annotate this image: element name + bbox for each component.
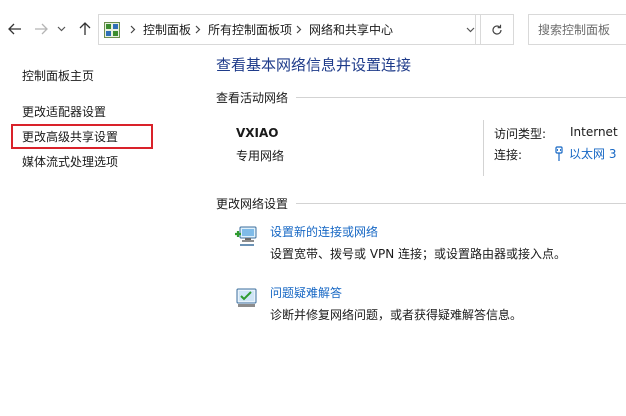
ethernet-icon: [555, 145, 563, 161]
change-settings-heading: 更改网络设置: [216, 197, 289, 211]
troubleshoot-problems-desc: 诊断并修复网络问题，或者获得疑难解答信息。: [270, 308, 523, 322]
setup-new-connection-desc: 设置宽带、拨号或 VPN 连接；或设置路由器或接入点。: [270, 247, 567, 261]
access-type-value: Internet: [570, 125, 618, 139]
search-box[interactable]: [528, 14, 626, 45]
address-bar[interactable]: 控制面板 所有控制面板项 网络和共享中心: [98, 14, 476, 45]
troubleshoot-problems-link[interactable]: 问题疑难解答: [270, 284, 342, 301]
control-panel-home-link[interactable]: 控制面板主页: [22, 67, 94, 84]
recent-locations-button[interactable]: [54, 17, 68, 41]
refresh-icon: [492, 24, 502, 35]
troubleshoot-icon: [236, 288, 257, 307]
main-content: 查看基本网络信息并设置连接 查看活动网络 VXIAO 专用网络 访问类型: In…: [216, 56, 626, 416]
change-advanced-sharing-link[interactable]: 更改高级共享设置: [22, 128, 118, 145]
forward-arrow-icon: [35, 23, 48, 35]
network-name: VXIAO: [236, 126, 279, 140]
up-button[interactable]: [74, 17, 96, 41]
media-streaming-options-link[interactable]: 媒体流式处理选项: [22, 153, 118, 170]
section-divider: [296, 97, 626, 98]
chevron-down-icon: [466, 27, 474, 32]
forward-button[interactable]: [30, 17, 52, 41]
search-input[interactable]: [538, 22, 626, 37]
back-arrow-icon: [8, 23, 21, 35]
setup-new-connection-link[interactable]: 设置新的连接或网络: [270, 223, 378, 240]
breadcrumb-network-center[interactable]: 网络和共享中心: [309, 21, 393, 38]
navigation-toolbar: 控制面板 所有控制面板项 网络和共享中心: [0, 0, 626, 58]
back-button[interactable]: [4, 17, 26, 41]
breadcrumb-separator-icon: [296, 25, 302, 34]
active-networks-heading: 查看活动网络: [216, 91, 289, 105]
chevron-down-icon: [57, 26, 65, 32]
address-dropdown-button[interactable]: [460, 14, 480, 45]
new-connection-icon: [235, 226, 257, 246]
section-divider: [296, 203, 626, 204]
breadcrumb-all-items[interactable]: 所有控制面板项: [208, 21, 292, 38]
control-panel-icon: [104, 21, 120, 38]
breadcrumb-separator-icon: [130, 25, 136, 34]
breadcrumb-control-panel[interactable]: 控制面板: [143, 21, 191, 38]
network-type: 专用网络: [236, 149, 285, 163]
connections-label: 连接:: [494, 148, 523, 162]
change-adapter-settings-link[interactable]: 更改适配器设置: [22, 103, 106, 120]
ethernet-connection-label: 以太网 3: [569, 147, 617, 161]
access-type-label: 访问类型:: [494, 127, 547, 141]
left-task-pane: 控制面板主页 更改适配器设置 更改高级共享设置 媒体流式处理选项: [0, 58, 205, 416]
breadcrumb-separator-icon: [195, 25, 201, 34]
vertical-divider: [483, 120, 484, 176]
up-arrow-icon: [79, 22, 91, 35]
refresh-button[interactable]: [480, 14, 514, 45]
page-title: 查看基本网络信息并设置连接: [216, 56, 412, 74]
ethernet-connection-link[interactable]: 以太网 3: [554, 145, 616, 162]
